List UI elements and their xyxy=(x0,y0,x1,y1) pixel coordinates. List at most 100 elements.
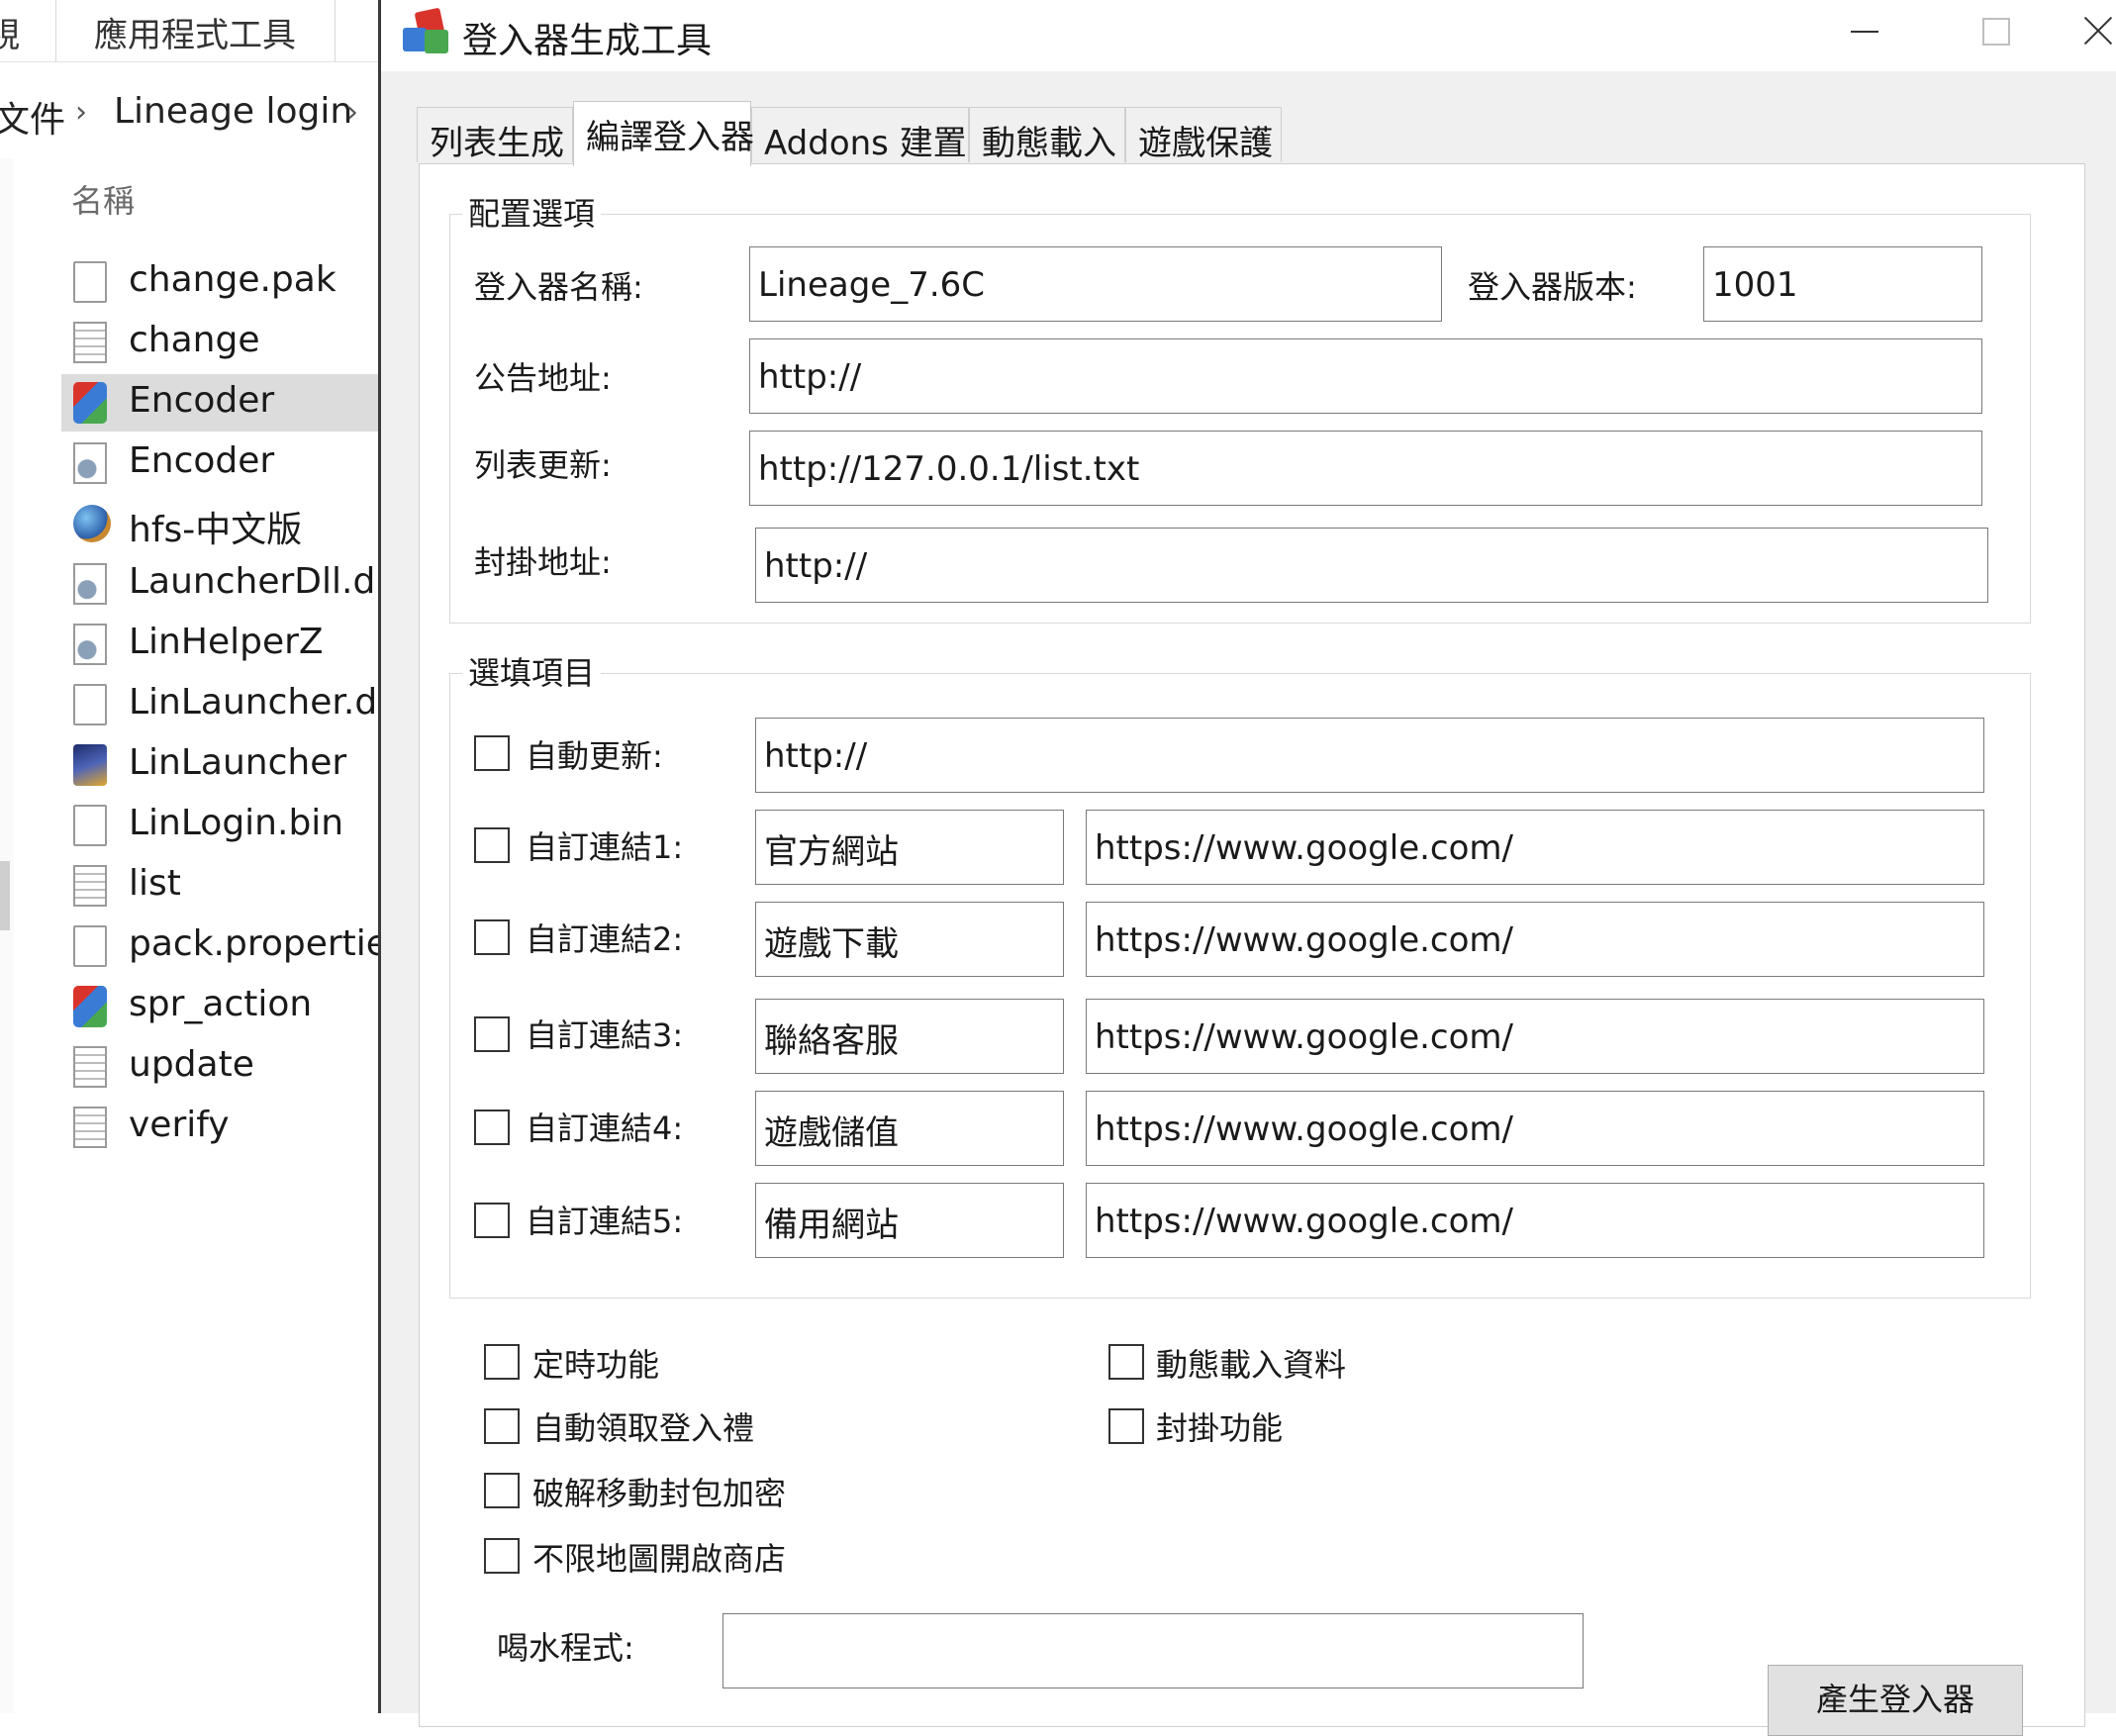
ribbon-tab-app-tools[interactable]: 應用程式工具 xyxy=(94,8,296,56)
tab-game-protection[interactable]: 遊戲保護 xyxy=(1125,107,1282,163)
custom-link-3-url-input[interactable] xyxy=(1086,999,1984,1074)
file-row[interactable]: update xyxy=(61,1038,378,1096)
file-name: spr_action xyxy=(129,984,313,1024)
custom-link-1-checkbox[interactable] xyxy=(474,827,510,863)
optional-items-group: 選填項目 自動更新: 自訂連結1: 自訂連結2: 自訂連結3: 自訂連結4: 自… xyxy=(449,648,2031,1299)
custom-link-5-label: 自訂連結5: xyxy=(526,1203,684,1240)
chevron-right-icon[interactable]: › xyxy=(346,95,358,130)
dynamic-load-data-label: 動態載入資料 xyxy=(1156,1346,1347,1384)
timer-feature-checkbox[interactable] xyxy=(484,1344,520,1380)
custom-link-4-name-input[interactable] xyxy=(755,1091,1064,1166)
tab-dynamic-load[interactable]: 動態載入 xyxy=(969,107,1125,163)
app-icon xyxy=(403,7,448,55)
unrestricted-shop-checkbox[interactable] xyxy=(484,1538,520,1574)
window-title: 登入器生成工具 xyxy=(462,21,713,61)
file-name: change.pak xyxy=(129,259,337,300)
notice-url-label: 公告地址: xyxy=(474,359,612,397)
breadcrumb-item-documents[interactable]: 文件 xyxy=(0,91,65,143)
file-name: LinLauncher xyxy=(129,742,347,783)
file-row[interactable]: LinLauncher.dat xyxy=(61,676,413,733)
group-label-optional: 選填項目 xyxy=(462,648,602,694)
close-button[interactable] xyxy=(2054,0,2116,63)
config-file-icon xyxy=(73,624,107,665)
file-row[interactable]: LinHelperZ xyxy=(61,616,378,673)
custom-link-1-url-input[interactable] xyxy=(1086,810,1984,885)
generate-launcher-button[interactable]: 產生登入器 xyxy=(1768,1665,2023,1736)
file-name: LinHelperZ xyxy=(129,622,324,662)
custom-link-2-url-input[interactable] xyxy=(1086,902,1984,977)
custom-link-5-url-input[interactable] xyxy=(1086,1183,1984,1258)
config-options-group: 配置選項 登入器名稱: 登入器版本: 公告地址: 列表更新: 封掛地址: xyxy=(449,189,2031,624)
text-file-icon xyxy=(73,1046,107,1088)
file-row[interactable]: pack.properties xyxy=(61,917,407,975)
custom-link-2-label: 自訂連結2: xyxy=(526,920,684,958)
maximize-button[interactable] xyxy=(1935,0,2054,63)
file-list: 名稱 change.pak change Encoder Encoder hfs… xyxy=(0,158,413,1713)
text-file-icon xyxy=(73,1107,107,1148)
breadcrumb-item-lineage-login[interactable]: Lineage login xyxy=(114,91,352,132)
scroll-indicator[interactable] xyxy=(0,861,10,930)
custom-link-1-label: 自訂連結1: xyxy=(526,828,684,866)
timer-feature-label: 定時功能 xyxy=(532,1346,660,1384)
custom-link-3-checkbox[interactable] xyxy=(474,1016,510,1052)
custom-link-3-name-input[interactable] xyxy=(755,999,1064,1074)
custom-link-2-checkbox[interactable] xyxy=(474,919,510,955)
file-row[interactable]: verify xyxy=(61,1099,378,1156)
auto-login-gift-label: 自動領取登入禮 xyxy=(532,1409,755,1447)
custom-link-2-name-input[interactable] xyxy=(755,902,1064,977)
notice-url-input[interactable] xyxy=(749,338,1982,414)
tab-compile-launcher[interactable]: 編譯登入器 xyxy=(573,101,754,166)
water-program-input[interactable] xyxy=(722,1613,1584,1688)
nav-pane-edge xyxy=(0,158,14,1713)
text-file-icon xyxy=(73,865,107,907)
water-program-label: 喝水程式: xyxy=(497,1629,634,1667)
file-row[interactable]: list xyxy=(61,857,378,915)
column-header-name[interactable]: 名稱 xyxy=(71,176,135,222)
file-row[interactable]: LinLogin.bin xyxy=(61,797,378,854)
file-row-selected[interactable]: Encoder xyxy=(61,374,378,432)
app-icon xyxy=(73,986,107,1027)
launcher-name-input[interactable] xyxy=(749,246,1442,322)
file-icon xyxy=(73,805,107,846)
file-row[interactable]: change xyxy=(61,314,378,371)
anti-hack-checkbox[interactable] xyxy=(1108,1408,1144,1444)
file-icon xyxy=(73,684,107,725)
crack-packet-encryption-checkbox[interactable] xyxy=(484,1473,520,1508)
file-icon xyxy=(73,925,107,967)
ribbon-tab-view[interactable]: 視 xyxy=(0,8,20,56)
title-bar[interactable]: 登入器生成工具 xyxy=(381,0,2116,71)
ban-url-label: 封掛地址: xyxy=(474,543,612,581)
launcher-version-input[interactable] xyxy=(1703,246,1982,322)
auto-update-checkbox[interactable] xyxy=(474,735,510,771)
ribbon-divider xyxy=(55,0,56,61)
file-name: change xyxy=(129,320,260,360)
auto-update-input[interactable] xyxy=(755,718,1984,793)
list-update-input[interactable] xyxy=(749,431,1982,506)
file-name: update xyxy=(129,1044,254,1085)
launcher-version-label: 登入器版本: xyxy=(1468,268,1637,306)
file-row[interactable]: spr_action xyxy=(61,978,378,1035)
ban-url-input[interactable] xyxy=(755,528,1988,603)
dynamic-load-data-checkbox[interactable] xyxy=(1108,1344,1144,1380)
globe-icon xyxy=(73,505,111,542)
tab-addons-build[interactable]: Addons 建置 xyxy=(751,107,969,163)
crack-packet-encryption-label: 破解移動封包加密 xyxy=(532,1475,787,1512)
file-name: Encoder xyxy=(129,440,275,481)
auto-login-gift-checkbox[interactable] xyxy=(484,1408,520,1444)
custom-link-5-name-input[interactable] xyxy=(755,1183,1064,1258)
file-row[interactable]: change.pak xyxy=(61,253,378,311)
chevron-right-icon[interactable]: › xyxy=(75,95,87,130)
custom-link-4-label: 自訂連結4: xyxy=(526,1109,684,1147)
custom-link-3-label: 自訂連結3: xyxy=(526,1016,684,1054)
file-row[interactable]: LauncherDll.dll xyxy=(61,555,395,613)
file-row[interactable]: hfs-中文版 xyxy=(61,495,378,552)
tab-panel-compile-launcher: 配置選項 登入器名稱: 登入器版本: 公告地址: 列表更新: 封掛地址: 選填項… xyxy=(419,163,2085,1736)
file-row[interactable]: LinLauncher xyxy=(61,736,378,794)
custom-link-5-checkbox[interactable] xyxy=(474,1203,510,1238)
custom-link-4-url-input[interactable] xyxy=(1086,1091,1984,1166)
file-row[interactable]: Encoder xyxy=(61,434,378,492)
tab-list-generate[interactable]: 列表生成 xyxy=(417,107,573,163)
custom-link-4-checkbox[interactable] xyxy=(474,1109,510,1145)
custom-link-1-name-input[interactable] xyxy=(755,810,1064,885)
minimize-button[interactable] xyxy=(1806,0,1925,63)
